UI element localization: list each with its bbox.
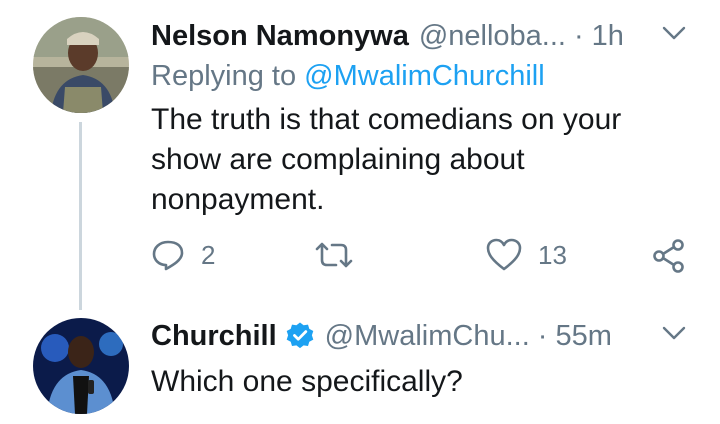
- separator-dot: ·: [573, 19, 584, 52]
- display-name[interactable]: Nelson Namonywa: [151, 20, 409, 53]
- reply-icon: [152, 240, 184, 271]
- tweet-header: Churchill @MwalimChu... · 55m: [151, 316, 612, 356]
- retweet-icon: [315, 242, 353, 268]
- like-count: 13: [538, 239, 567, 270]
- thread-connector: [79, 122, 82, 310]
- user-handle[interactable]: @MwalimChu...: [325, 320, 530, 353]
- share-icon: [653, 239, 684, 273]
- retweet-button[interactable]: [314, 238, 354, 272]
- tweet-text: The truth is that comedians on your show…: [151, 103, 622, 216]
- tweet-header: Nelson Namonywa @nelloba... · 1h: [151, 16, 624, 56]
- timestamp[interactable]: 55m: [555, 320, 611, 353]
- heart-icon: [486, 238, 522, 271]
- share-button[interactable]: [651, 238, 687, 274]
- avatar[interactable]: [33, 17, 129, 113]
- avatar[interactable]: [33, 318, 129, 414]
- verified-badge-icon: [286, 322, 313, 349]
- like-button[interactable]: 13: [486, 238, 567, 272]
- chevron-down-icon[interactable]: [662, 25, 686, 41]
- mention-link[interactable]: @MwalimChurchill: [304, 60, 545, 92]
- chevron-down-icon[interactable]: [662, 325, 686, 341]
- replying-to-label: Replying to: [151, 60, 297, 92]
- reply-count: 2: [201, 239, 216, 270]
- replying-to: Replying to @MwalimChurchill: [151, 60, 545, 93]
- separator-dot: ·: [537, 319, 548, 352]
- tweet-actions: 2 13: [151, 238, 696, 278]
- user-handle[interactable]: @nelloba...: [419, 20, 566, 53]
- display-name[interactable]: Churchill: [151, 320, 277, 353]
- reply-button[interactable]: 2: [151, 238, 215, 272]
- tweet-text: Which one specifically?: [151, 365, 463, 398]
- timestamp[interactable]: 1h: [592, 20, 624, 53]
